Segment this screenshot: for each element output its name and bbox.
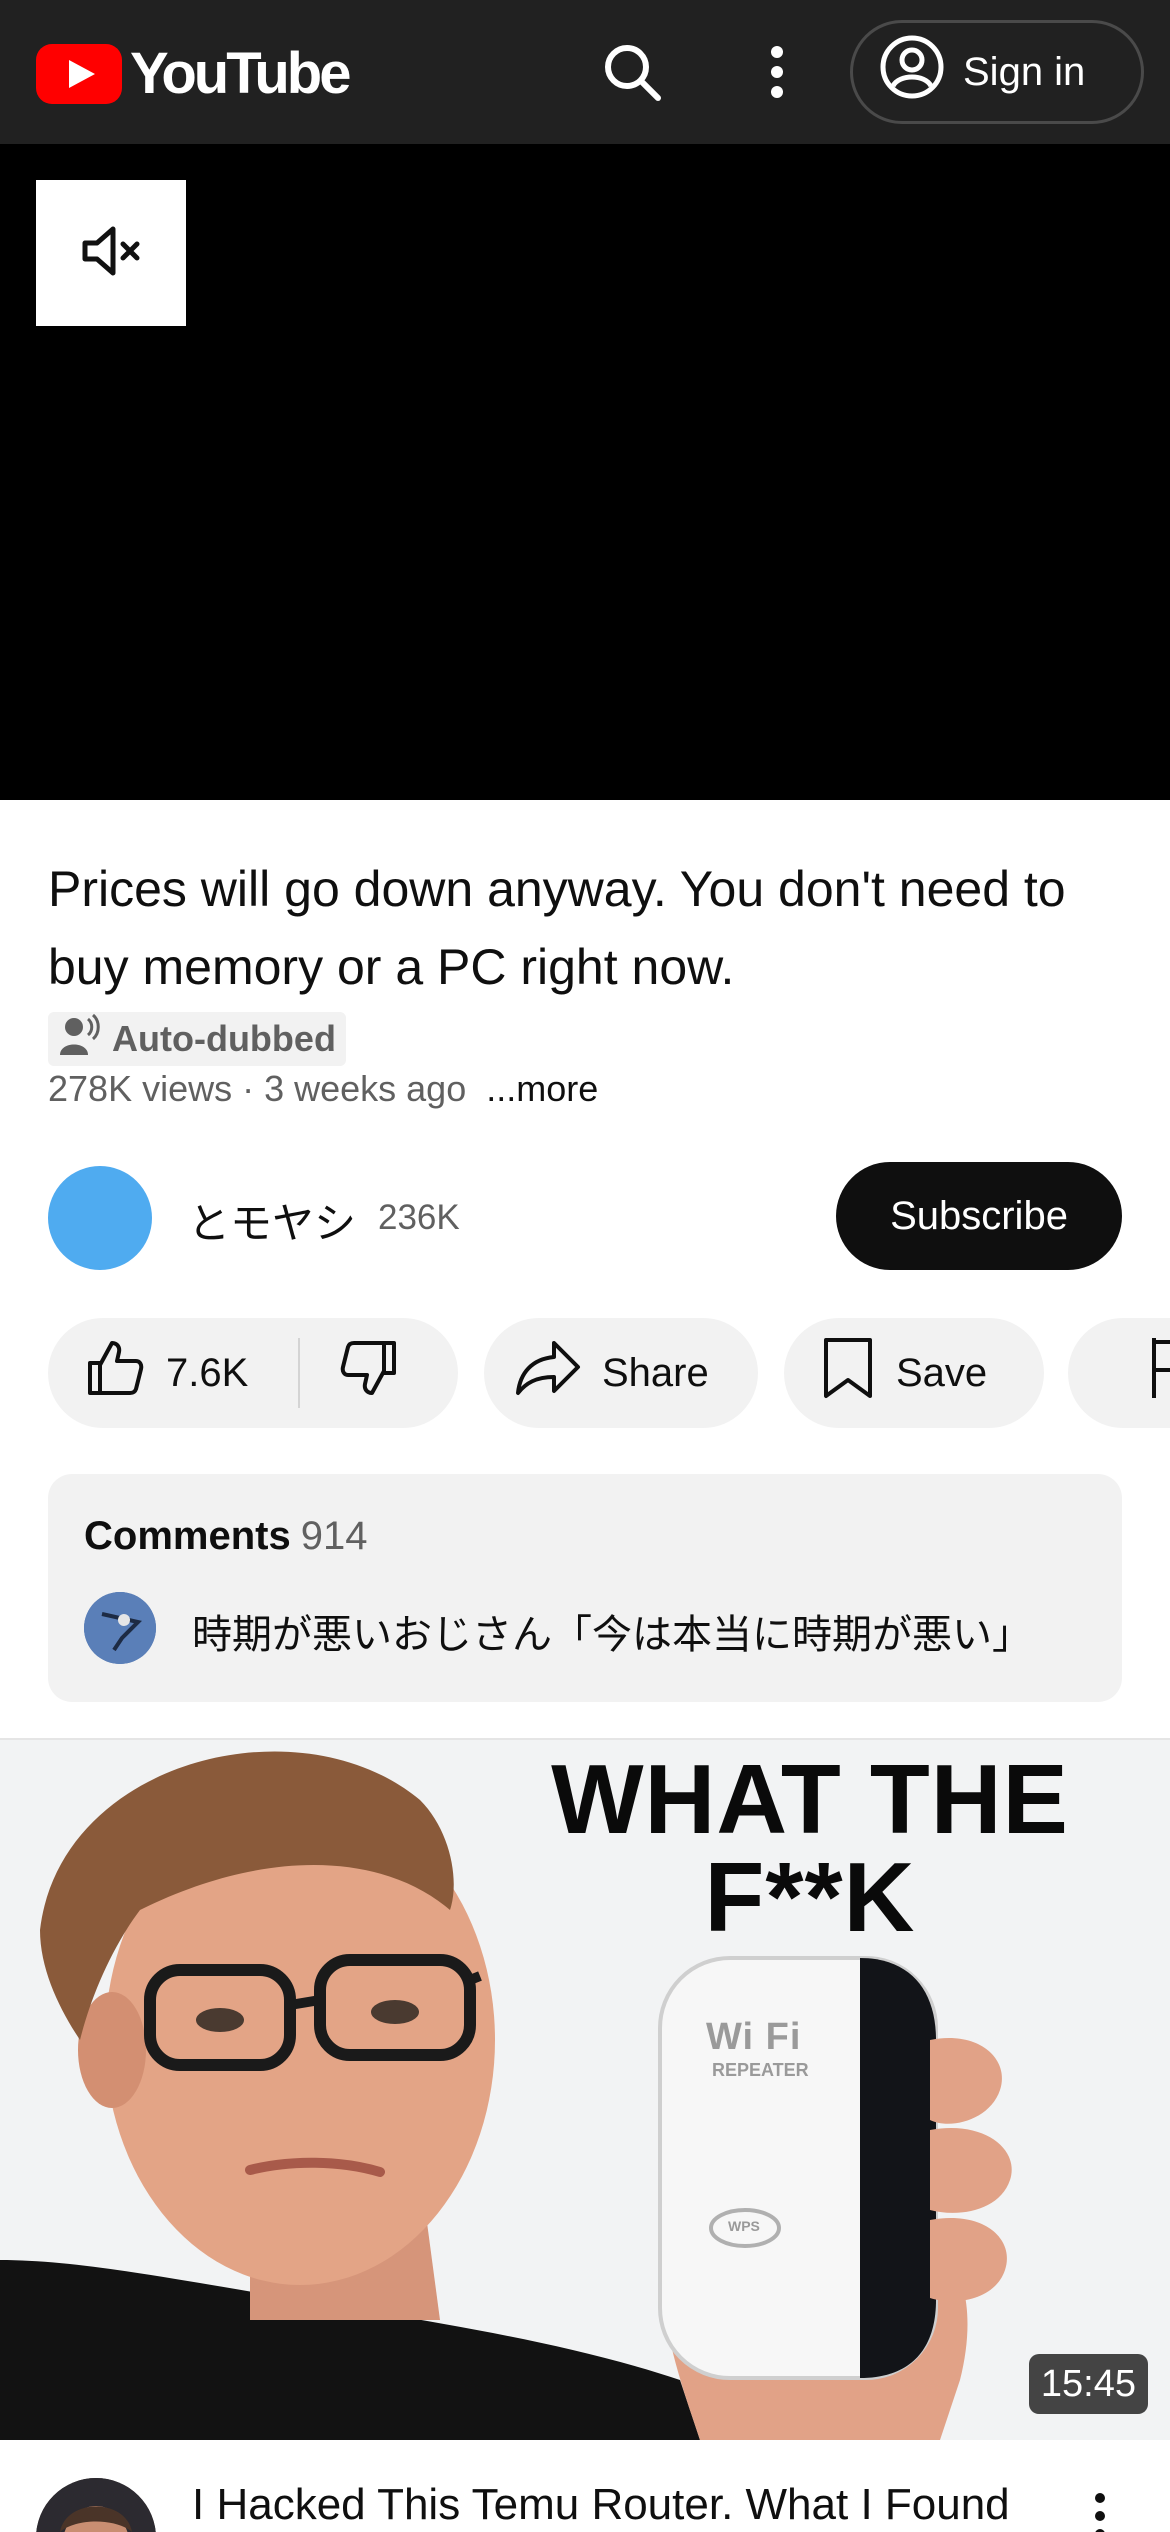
like-button[interactable]: 7.6K: [48, 1337, 298, 1409]
views-and-date: 278K views · 3 weeks ago: [48, 1068, 467, 1109]
youtube-logo[interactable]: YouTube: [36, 40, 351, 107]
thumbs-up-icon: [84, 1337, 146, 1409]
more-vert-icon[interactable]: [1080, 2486, 1120, 2532]
report-button[interactable]: [1068, 1318, 1170, 1428]
sign-in-button[interactable]: Sign in: [850, 20, 1144, 124]
recommended-channel-avatar[interactable]: [36, 2478, 156, 2532]
share-label: Share: [602, 1350, 709, 1395]
like-count: 7.6K: [166, 1350, 249, 1395]
account-circle-icon: [879, 34, 945, 110]
channel-name[interactable]: とモヤシ: [188, 1190, 356, 1251]
auto-dubbed-label: Auto-dubbed: [112, 1018, 336, 1059]
comments-teaser[interactable]: Comments 914 時期が悪いおじさん「今は本当に時期が悪い」: [48, 1474, 1122, 1702]
logo-text: YouTube: [130, 41, 351, 106]
top-app-bar: YouTube Sign in: [0, 0, 1170, 144]
like-dislike-group: 7.6K: [48, 1318, 458, 1428]
sign-in-label: Sign in: [963, 49, 1086, 94]
recommended-video-title[interactable]: I Hacked This Temu Router. What I Found: [192, 2480, 1010, 2530]
channel-avatar[interactable]: [48, 1166, 152, 1270]
recommended-video-thumbnail[interactable]: WHAT THE F**K Wi Fi REPEATER WPS 15:45: [0, 1740, 1170, 2440]
share-arrow-icon: [514, 1337, 582, 1409]
thumbnail-headline-line-2: F**K: [704, 1842, 916, 1952]
device-wps-label: WPS: [728, 2218, 760, 2234]
video-meta[interactable]: 278K views · 3 weeks ago ...more: [48, 1068, 598, 1110]
comments-header: Comments 914: [84, 1514, 367, 1559]
more-vert-icon[interactable]: [743, 38, 811, 106]
device-sublabel: REPEATER: [712, 2060, 809, 2080]
share-button[interactable]: Share: [484, 1318, 758, 1428]
auto-dubbed-badge: Auto-dubbed: [48, 1012, 346, 1066]
search-icon[interactable]: [598, 38, 666, 106]
thumbnail-headline: WHAT THE F**K: [520, 1750, 1100, 1946]
youtube-play-logo-icon: [36, 43, 122, 104]
unmute-button[interactable]: [36, 180, 186, 326]
device-brand: Wi Fi: [706, 2016, 802, 2058]
flag-icon: [1148, 1336, 1170, 1410]
recommended-video-info[interactable]: I Hacked This Temu Router. What I Found: [0, 2440, 1170, 2532]
subscriber-count: 236K: [378, 1198, 460, 1237]
dislike-button[interactable]: [300, 1337, 400, 1409]
save-label: Save: [896, 1350, 988, 1395]
video-title[interactable]: Prices will go down anyway. You don't ne…: [48, 850, 1128, 1006]
video-details: Prices will go down anyway. You don't ne…: [0, 800, 1170, 1740]
save-button[interactable]: Save: [784, 1318, 1044, 1428]
bookmark-icon: [820, 1336, 876, 1410]
comments-label: Comments: [84, 1514, 291, 1558]
action-bar: 7.6K Share Save: [48, 1318, 1170, 1428]
subscribe-button[interactable]: Subscribe: [836, 1162, 1122, 1270]
youtube-watch-page: YouTube Sign in Prices will go down anyw…: [0, 0, 1170, 2532]
thumbnail-headline-line-1: WHAT THE: [551, 1744, 1069, 1854]
commenter-avatar: [84, 1592, 156, 1664]
video-duration-badge: 15:45: [1028, 2354, 1148, 2414]
comments-count: 914: [300, 1514, 368, 1558]
video-player[interactable]: [0, 144, 1170, 800]
voice-dub-icon: [58, 1013, 102, 1066]
thumbs-down-icon: [338, 1337, 400, 1409]
volume-off-icon: [75, 215, 147, 292]
device-label: Wi Fi: [706, 2016, 801, 2059]
top-comment-text: 時期が悪いおじさん「今は本当に時期が悪い」: [192, 1613, 1032, 1657]
more-link[interactable]: ...more: [486, 1068, 598, 1109]
